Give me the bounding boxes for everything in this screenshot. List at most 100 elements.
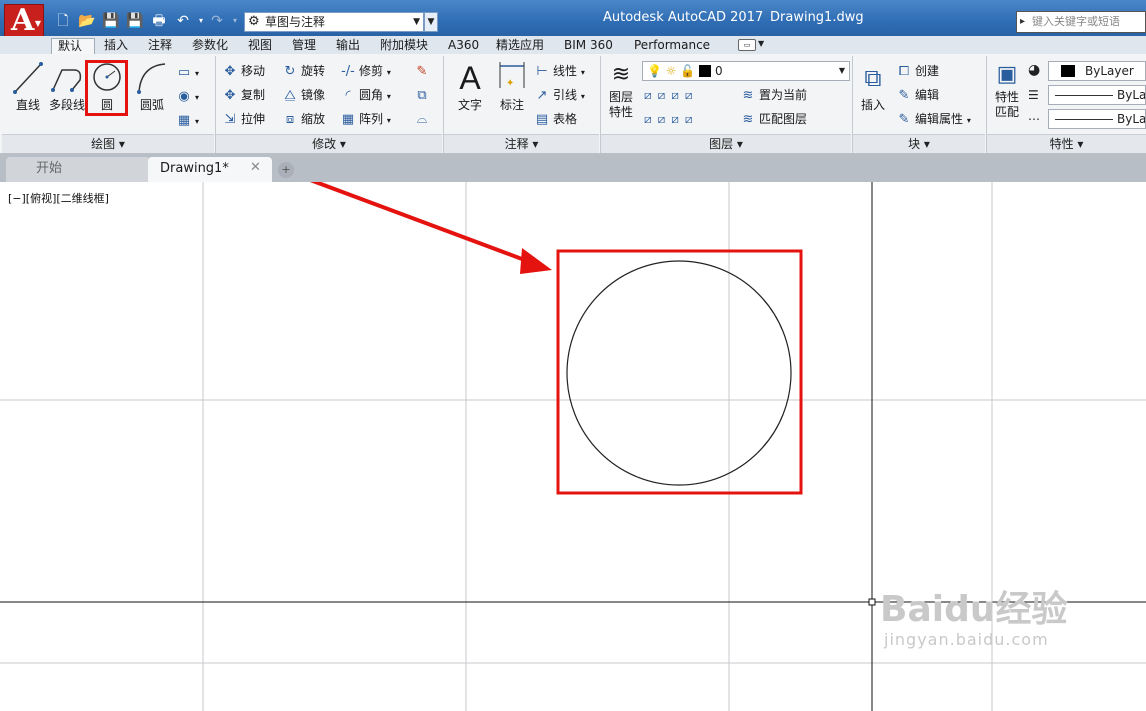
chevron-down-icon[interactable]: ▼ — [758, 39, 764, 48]
line-button[interactable]: 直线 — [8, 60, 48, 113]
layer-unisolate-icon[interactable]: ⧄ — [658, 112, 672, 126]
tab-performance[interactable]: Performance — [628, 38, 716, 54]
rectangle-icon: ▭ — [177, 65, 191, 80]
draw-panel-title[interactable]: 绘图 ▾ — [2, 134, 214, 153]
modify-panel-title[interactable]: 修改 ▾ — [216, 134, 442, 153]
layer-thaw-icon[interactable]: ⧄ — [671, 112, 685, 126]
open-file-icon[interactable]: 📂 — [78, 12, 96, 30]
layer-tools-row2[interactable]: ⧄⧄⧄⧄ — [644, 109, 699, 129]
block-panel-title[interactable]: 块 ▾ — [853, 134, 985, 153]
redo-icon[interactable]: ↷ — [208, 12, 226, 30]
insert-label: 插入 — [860, 98, 885, 112]
rotate-button[interactable]: ↻ 旋转 — [282, 61, 325, 81]
save-as-icon[interactable]: 💾 — [126, 12, 144, 30]
layer-properties-button[interactable]: ≋ 图层特性 — [604, 60, 638, 120]
stretch-icon: ⇲ — [224, 112, 236, 127]
edit-block-button[interactable]: ✎ 编辑 — [896, 85, 939, 105]
fillet-button[interactable]: ◜ 圆角 ▾ — [340, 85, 390, 105]
redo-dropdown-icon[interactable]: ▾ — [226, 12, 244, 30]
color-select[interactable]: ByLayer — [1048, 61, 1146, 81]
dimension-label: 标注 — [499, 98, 524, 112]
close-icon[interactable]: ✕ — [250, 160, 261, 175]
layer-tools-row1[interactable]: ⧄⧄⧄⧄ — [644, 85, 699, 105]
create-block-button[interactable]: ⧠ 创建 — [896, 61, 939, 81]
layer-on-icon[interactable]: ⧄ — [644, 112, 658, 126]
stretch-button[interactable]: ⇲ 拉伸 — [222, 109, 265, 129]
layers-icon: ≋ — [611, 62, 631, 87]
tab-start[interactable]: 开始 — [6, 157, 150, 182]
tab-manage[interactable]: 管理 — [286, 38, 322, 54]
create-block-icon: ⧠ — [898, 64, 910, 79]
layer-freeze-icon[interactable]: ⧄ — [671, 88, 685, 102]
scale-label: 缩放 — [301, 112, 326, 126]
match-layer-button[interactable]: ≋ 匹配图层 — [740, 109, 807, 129]
tab-annotate[interactable]: 注释 — [142, 38, 178, 54]
leader-button[interactable]: ↗ 引线 ▾ — [534, 85, 585, 105]
workspace-select[interactable]: ⚙ 草图与注释 ▼ — [244, 12, 424, 32]
linetype-value: ByLayer — [1117, 112, 1146, 126]
lineweight-select[interactable]: ByLayer — [1048, 85, 1146, 105]
edit-attributes-button[interactable]: ✎ 编辑属性 ▾ — [896, 109, 971, 129]
layer-lock-icon[interactable]: ⧄ — [685, 88, 699, 102]
make-current-button[interactable]: ≋ 置为当前 — [740, 85, 807, 105]
properties-panel-title[interactable]: 特性 ▾ — [987, 134, 1146, 153]
tab-a360[interactable]: A360 — [442, 38, 485, 54]
annotation-panel-title[interactable]: 注释 ▾ — [444, 134, 599, 153]
match-properties-button[interactable]: ▣ 特性匹配 — [990, 60, 1024, 120]
mirror-label: 镜像 — [301, 88, 326, 102]
undo-icon[interactable]: ↶ — [174, 12, 192, 30]
dimension-button[interactable]: ✦ 标注 — [494, 60, 530, 113]
tab-home[interactable]: 默认 — [51, 38, 95, 54]
linear-button[interactable]: ⊢ 线性 ▾ — [534, 61, 585, 81]
application-menu-button[interactable]: A ▼ — [4, 3, 44, 38]
customize-quick-access-button[interactable]: ▼ — [424, 12, 438, 32]
tab-output[interactable]: 输出 — [330, 38, 366, 54]
print-icon[interactable]: 🖶 — [150, 12, 168, 30]
layer-unlock-icon[interactable]: ⧄ — [685, 112, 699, 126]
hatch-button[interactable]: ▦ ▾ — [176, 110, 199, 130]
fillet-icon: ◜ — [345, 88, 351, 103]
layer-off-icon[interactable]: ⧄ — [644, 88, 658, 102]
search-input[interactable]: ▸ 键入关键字或短语 — [1016, 11, 1146, 33]
copy-icon: ✥ — [224, 88, 236, 103]
save-icon[interactable]: 💾 — [102, 12, 120, 30]
move-button[interactable]: ✥ 移动 — [222, 61, 265, 81]
match-layer-icon: ≋ — [742, 112, 754, 127]
rectangle-button[interactable]: ▭ ▾ — [176, 62, 199, 82]
copy-button[interactable]: ✥ 复制 — [222, 85, 265, 105]
layers-panel-title[interactable]: 图层 ▾ — [601, 134, 851, 153]
layer-isolate-icon[interactable]: ⧄ — [658, 88, 672, 102]
linetype-select[interactable]: ByLayer — [1048, 109, 1146, 129]
text-button[interactable]: A 文字 — [450, 60, 490, 113]
polyline-button[interactable]: 多段线 — [48, 60, 86, 113]
array-button[interactable]: ▦ 阵列 ▾ — [340, 109, 391, 129]
tab-view[interactable]: 视图 — [242, 38, 278, 54]
insert-block-button[interactable]: ⧉ 插入 — [856, 60, 890, 113]
tab-addins[interactable]: 附加模块 — [374, 38, 434, 54]
trim-button[interactable]: -/- 修剪 ▾ — [340, 61, 391, 81]
viewport-controls-label[interactable]: [−][俯视][二维线框] — [8, 190, 109, 206]
scale-button[interactable]: ⧈ 缩放 — [282, 109, 325, 129]
edit-attributes-label: 编辑属性 — [915, 112, 964, 126]
ribbon-minimize-icon[interactable]: ▭ — [738, 39, 756, 51]
mirror-button[interactable]: ⧋ 镜像 — [282, 85, 325, 105]
watermark-brand: Baidu经验 — [880, 589, 1068, 630]
table-button[interactable]: ▤ 表格 — [534, 109, 577, 129]
tab-featured-apps[interactable]: 精选应用 — [490, 38, 550, 54]
ellipse-button[interactable]: ◉ ▾ — [176, 86, 199, 106]
layer-select[interactable]: 💡 ☼ 🔓 0 ▼ — [642, 61, 850, 81]
new-tab-icon[interactable]: + — [278, 162, 294, 178]
circle-highlight-box — [556, 249, 803, 495]
new-file-icon[interactable]: 🗋 — [54, 12, 72, 30]
offset-button[interactable]: ⌓ — [414, 109, 433, 129]
tab-insert[interactable]: 插入 — [98, 38, 134, 54]
arc-button[interactable]: 圆弧 — [132, 60, 172, 113]
explode-button[interactable]: ⧉ — [414, 85, 433, 105]
tab-parametric[interactable]: 参数化 — [186, 38, 234, 54]
erase-button[interactable]: ✎ — [414, 61, 433, 81]
draw-panel-label: 绘图 — [91, 137, 116, 151]
text-icon: A — [459, 60, 481, 96]
tab-bim360[interactable]: BIM 360 — [558, 38, 619, 54]
layer-properties-label: 图层特性 — [608, 90, 633, 119]
match-layer-label: 匹配图层 — [759, 112, 808, 126]
